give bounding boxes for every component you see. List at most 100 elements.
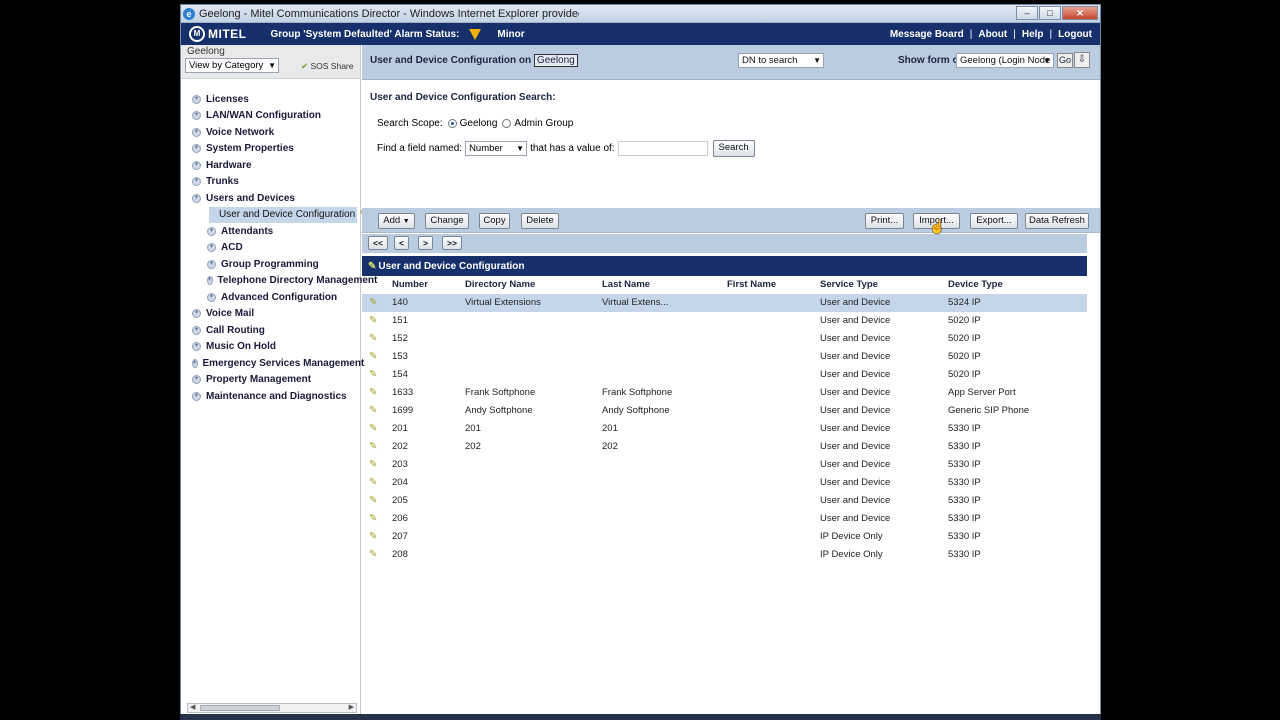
expand-icon[interactable]: +: [207, 243, 216, 253]
edit-icon[interactable]: ✎: [369, 348, 377, 366]
tree-item-maintenance-and-diagnostics[interactable]: + Maintenance and Diagnostics: [181, 388, 360, 405]
tree-item-advanced-configuration[interactable]: + Advanced Configuration: [181, 289, 360, 306]
tree-item-emergency-services-management[interactable]: + Emergency Services Management: [181, 355, 364, 372]
table-row[interactable]: ✎ 204 User and Device 5330 IP: [362, 474, 1087, 492]
expand-icon[interactable]: +: [192, 391, 201, 401]
edit-icon[interactable]: ✎: [369, 384, 377, 402]
print-button[interactable]: Print...: [865, 213, 904, 229]
edit-icon[interactable]: ✎: [369, 438, 377, 456]
scroll-right-icon[interactable]: ▶: [349, 703, 354, 711]
tree-item-trunks[interactable]: + Trunks: [181, 174, 360, 191]
scroll-thumb[interactable]: [200, 705, 280, 711]
help-link[interactable]: Help: [1022, 29, 1044, 40]
table-row[interactable]: ✎ 154 User and Device 5020 IP: [362, 366, 1087, 384]
expand-icon[interactable]: +: [192, 309, 201, 319]
tree-item-music-on-hold[interactable]: + Music On Hold: [181, 339, 360, 356]
download-icon[interactable]: ⇩: [1074, 52, 1090, 68]
tree-item-voice-mail[interactable]: + Voice Mail: [181, 306, 360, 323]
edit-icon[interactable]: ✎: [369, 402, 377, 420]
edit-icon[interactable]: ✎: [369, 294, 377, 312]
tree-item-property-management[interactable]: + Property Management: [181, 372, 360, 389]
edit-icon[interactable]: ✎: [369, 546, 377, 564]
table-row[interactable]: ✎ 151 User and Device 5020 IP: [362, 312, 1087, 330]
expand-icon[interactable]: +: [192, 342, 201, 352]
table-row[interactable]: ✎ 208 IP Device Only 5330 IP: [362, 546, 1087, 564]
edit-icon[interactable]: ✎: [369, 474, 377, 492]
horizontal-scrollbar[interactable]: ◀ ▶: [187, 703, 357, 713]
logout-link[interactable]: Logout: [1058, 29, 1092, 40]
add-button[interactable]: Add ▼: [378, 213, 415, 229]
tree-item-telephone-directory-management[interactable]: + Telephone Directory Management: [181, 273, 377, 290]
edit-icon[interactable]: ✎: [369, 528, 377, 546]
column-header-device-type[interactable]: Device Type: [948, 279, 1003, 290]
table-row[interactable]: ✎ 207 IP Device Only 5330 IP: [362, 528, 1087, 546]
tree-item-group-programming[interactable]: + Group Programming: [181, 256, 360, 273]
table-row[interactable]: ✎ 202 202 202 User and Device 5330 IP: [362, 438, 1087, 456]
expand-icon[interactable]: +: [192, 94, 201, 104]
tree-item-call-routing[interactable]: + Call Routing: [181, 322, 360, 339]
close-icon[interactable]: ✕: [1062, 6, 1098, 20]
field-name-select[interactable]: Number ▼: [465, 141, 528, 156]
edit-icon[interactable]: ✎: [369, 456, 377, 474]
next-page-button[interactable]: >: [418, 236, 433, 250]
last-page-button[interactable]: >>: [442, 236, 462, 250]
delete-button[interactable]: Delete: [521, 213, 559, 229]
data-refresh-button[interactable]: Data Refresh: [1025, 213, 1089, 229]
search-value-input[interactable]: [617, 141, 708, 156]
expand-icon[interactable]: +: [207, 259, 216, 269]
expand-icon[interactable]: +: [207, 276, 213, 286]
maximize-icon[interactable]: □: [1039, 6, 1061, 20]
edit-icon[interactable]: ✎: [369, 492, 377, 510]
minimize-icon[interactable]: –: [1016, 6, 1038, 20]
tree-item-hardware[interactable]: + Hardware: [181, 157, 360, 174]
expand-icon[interactable]: +: [192, 358, 198, 368]
column-header-service-type[interactable]: Service Type: [820, 279, 878, 290]
table-row[interactable]: ✎ 152 User and Device 5020 IP: [362, 330, 1087, 348]
table-row[interactable]: ✎ 201 201 201 User and Device 5330 IP: [362, 420, 1087, 438]
tree-item-users-and-devices[interactable]: + Users and Devices: [181, 190, 360, 207]
column-header-directory-name[interactable]: Directory Name: [465, 279, 535, 290]
view-by-select[interactable]: View by Category ▼: [185, 58, 279, 73]
edit-icon[interactable]: ✎: [369, 510, 377, 528]
message-board-link[interactable]: Message Board: [890, 29, 964, 40]
table-row[interactable]: ✎ 140 Virtual Extensions Virtual Extens... U…: [362, 294, 1087, 312]
go-button[interactable]: Go: [1057, 53, 1073, 68]
search-button[interactable]: Search: [712, 140, 755, 157]
expand-icon[interactable]: +: [192, 375, 201, 385]
prev-page-button[interactable]: <: [394, 236, 409, 250]
column-header-first-name[interactable]: First Name: [727, 279, 776, 290]
export-button[interactable]: Export...: [970, 213, 1018, 229]
expand-icon[interactable]: +: [192, 193, 201, 203]
table-row[interactable]: ✎ 203 User and Device 5330 IP: [362, 456, 1087, 474]
alarm-warning-icon[interactable]: [469, 28, 482, 40]
tree-item-voice-network[interactable]: + Voice Network: [181, 124, 360, 141]
about-link[interactable]: About: [978, 29, 1007, 40]
expand-icon[interactable]: +: [192, 111, 201, 121]
edit-icon[interactable]: ✎: [369, 330, 377, 348]
expand-icon[interactable]: +: [192, 160, 201, 170]
column-header-last-name[interactable]: Last Name: [602, 279, 650, 290]
expand-icon[interactable]: +: [192, 127, 201, 137]
table-row[interactable]: ✎ 1633 Frank Softphone Frank Softphone User …: [362, 384, 1087, 402]
column-header-number[interactable]: Number: [392, 279, 428, 290]
table-row[interactable]: ✎ 153 User and Device 5020 IP: [362, 348, 1087, 366]
first-page-button[interactable]: <<: [368, 236, 388, 250]
sos-share-button[interactable]: ✔ SOS Share: [301, 61, 354, 72]
table-row[interactable]: ✎ 206 User and Device 5330 IP: [362, 510, 1087, 528]
tree-item-acd[interactable]: + ACD: [181, 240, 360, 257]
edit-icon[interactable]: ✎: [369, 420, 377, 438]
scope-radio-admin-group[interactable]: [502, 119, 512, 128]
expand-icon[interactable]: +: [207, 292, 216, 302]
dn-search-select[interactable]: DN to search ▼: [738, 53, 824, 68]
expand-icon[interactable]: +: [207, 226, 216, 236]
tree-item-attendants[interactable]: + Attendants: [181, 223, 360, 240]
expand-icon[interactable]: +: [192, 177, 201, 187]
copy-button[interactable]: Copy: [479, 213, 510, 229]
tree-item-licenses[interactable]: + Licenses: [181, 91, 360, 108]
expand-icon[interactable]: +: [192, 144, 201, 154]
change-button[interactable]: Change: [425, 213, 469, 229]
edit-icon[interactable]: ✎: [369, 366, 377, 384]
table-row[interactable]: ✎ 1699 Andy Softphone Andy Softphone User an…: [362, 402, 1087, 420]
show-form-select[interactable]: Geelong (Login Node ▼: [956, 53, 1054, 68]
tree-item-lan-wan-configuration[interactable]: + LAN/WAN Configuration: [181, 108, 360, 125]
